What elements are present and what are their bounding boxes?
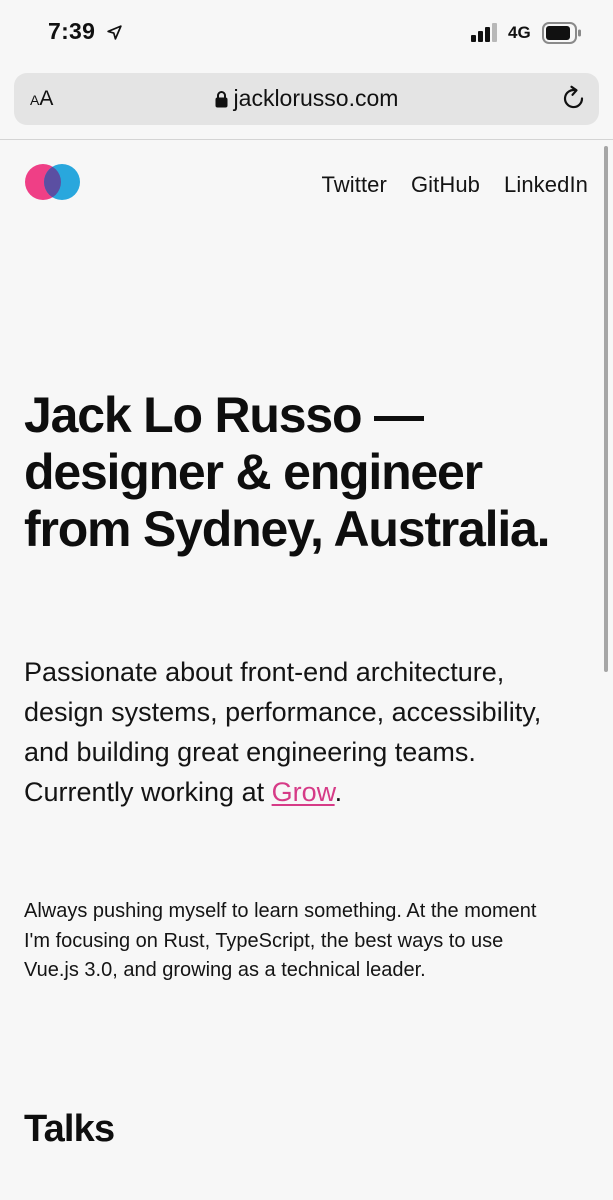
- talks-heading: Talks: [24, 1108, 115, 1150]
- lock-icon: [215, 91, 228, 108]
- status-time: 7:39: [48, 18, 96, 44]
- signal-bars-icon: [471, 23, 497, 42]
- status-bar: 7:39 4G: [0, 0, 613, 64]
- network-label: 4G: [508, 23, 531, 42]
- scrollbar[interactable]: [604, 146, 608, 672]
- grow-link[interactable]: Grow: [272, 777, 335, 807]
- url-display[interactable]: jacklorusso.com: [14, 85, 599, 112]
- nav-link-github[interactable]: GitHub: [411, 172, 480, 198]
- site-logo[interactable]: [24, 162, 82, 202]
- nav-link-twitter[interactable]: Twitter: [321, 172, 387, 198]
- location-arrow-icon: [107, 25, 122, 40]
- nav-link-linkedin[interactable]: LinkedIn: [504, 172, 588, 198]
- battery-icon: [542, 22, 581, 44]
- site-nav: Twitter GitHub LinkedIn: [321, 172, 588, 198]
- intro-paragraph: Passionate about front-end architecture,…: [24, 652, 590, 812]
- hero-title: Jack Lo Russo — designer & engineer from…: [24, 387, 551, 557]
- focus-paragraph: Always pushing myself to learn something…: [24, 900, 537, 981]
- url-text: jacklorusso.com: [233, 85, 399, 111]
- intro-text-end: .: [334, 777, 343, 807]
- reload-icon[interactable]: [560, 85, 587, 112]
- web-page: Twitter GitHub LinkedIn Jack Lo Russo — …: [0, 140, 613, 1200]
- address-bar[interactable]: AA jacklorusso.com: [14, 73, 599, 125]
